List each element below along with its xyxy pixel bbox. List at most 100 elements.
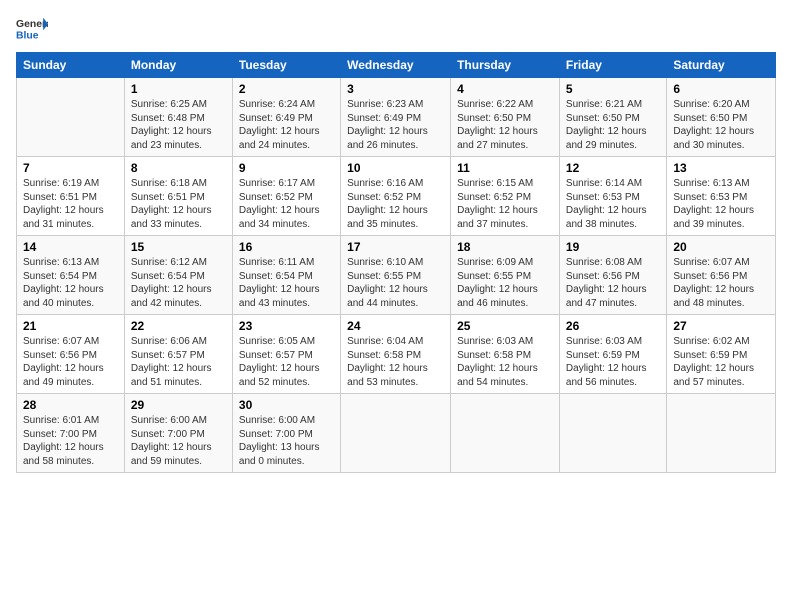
day-info: Sunrise: 6:20 AM Sunset: 6:50 PM Dayligh… bbox=[673, 98, 769, 152]
calendar-cell: 1 Sunrise: 6:25 AM Sunset: 6:48 PM Daylig… bbox=[124, 78, 232, 157]
day-info: Sunrise: 6:25 AM Sunset: 6:48 PM Dayligh… bbox=[131, 98, 226, 152]
day-number: 4 bbox=[457, 82, 553, 96]
calendar-cell: 18 Sunrise: 6:09 AM Sunset: 6:55 PM Dayli… bbox=[451, 236, 560, 315]
calendar-cell bbox=[17, 78, 125, 157]
day-info: Sunrise: 6:15 AM Sunset: 6:52 PM Dayligh… bbox=[457, 177, 553, 231]
calendar-row: 1 Sunrise: 6:25 AM Sunset: 6:48 PM Daylig… bbox=[17, 78, 776, 157]
calendar-cell: 21 Sunrise: 6:07 AM Sunset: 6:56 PM Dayli… bbox=[17, 315, 125, 394]
calendar-row: 21 Sunrise: 6:07 AM Sunset: 6:56 PM Dayli… bbox=[17, 315, 776, 394]
day-info: Sunrise: 6:13 AM Sunset: 6:53 PM Dayligh… bbox=[673, 177, 769, 231]
day-info: Sunrise: 6:13 AM Sunset: 6:54 PM Dayligh… bbox=[23, 256, 118, 310]
day-number: 17 bbox=[347, 240, 444, 254]
day-number: 11 bbox=[457, 161, 553, 175]
calendar-cell: 23 Sunrise: 6:05 AM Sunset: 6:57 PM Dayli… bbox=[232, 315, 340, 394]
calendar-cell bbox=[667, 394, 776, 473]
day-number: 15 bbox=[131, 240, 226, 254]
day-info: Sunrise: 6:07 AM Sunset: 6:56 PM Dayligh… bbox=[23, 335, 118, 389]
calendar-cell: 14 Sunrise: 6:13 AM Sunset: 6:54 PM Dayli… bbox=[17, 236, 125, 315]
day-number: 25 bbox=[457, 319, 553, 333]
day-info: Sunrise: 6:11 AM Sunset: 6:54 PM Dayligh… bbox=[239, 256, 334, 310]
day-number: 8 bbox=[131, 161, 226, 175]
col-header-sunday: Sunday bbox=[17, 53, 125, 78]
calendar-cell: 30 Sunrise: 6:00 AM Sunset: 7:00 PM Dayli… bbox=[232, 394, 340, 473]
day-info: Sunrise: 6:24 AM Sunset: 6:49 PM Dayligh… bbox=[239, 98, 334, 152]
day-info: Sunrise: 6:06 AM Sunset: 6:57 PM Dayligh… bbox=[131, 335, 226, 389]
day-number: 18 bbox=[457, 240, 553, 254]
calendar-cell: 6 Sunrise: 6:20 AM Sunset: 6:50 PM Daylig… bbox=[667, 78, 776, 157]
day-info: Sunrise: 6:03 AM Sunset: 6:58 PM Dayligh… bbox=[457, 335, 553, 389]
day-info: Sunrise: 6:04 AM Sunset: 6:58 PM Dayligh… bbox=[347, 335, 444, 389]
day-number: 24 bbox=[347, 319, 444, 333]
day-info: Sunrise: 6:07 AM Sunset: 6:56 PM Dayligh… bbox=[673, 256, 769, 310]
calendar-cell: 24 Sunrise: 6:04 AM Sunset: 6:58 PM Dayli… bbox=[341, 315, 451, 394]
col-header-monday: Monday bbox=[124, 53, 232, 78]
day-info: Sunrise: 6:08 AM Sunset: 6:56 PM Dayligh… bbox=[566, 256, 660, 310]
calendar-row: 28 Sunrise: 6:01 AM Sunset: 7:00 PM Dayli… bbox=[17, 394, 776, 473]
day-number: 14 bbox=[23, 240, 118, 254]
calendar-cell: 7 Sunrise: 6:19 AM Sunset: 6:51 PM Daylig… bbox=[17, 157, 125, 236]
col-header-wednesday: Wednesday bbox=[341, 53, 451, 78]
day-info: Sunrise: 6:12 AM Sunset: 6:54 PM Dayligh… bbox=[131, 256, 226, 310]
calendar-cell: 5 Sunrise: 6:21 AM Sunset: 6:50 PM Daylig… bbox=[559, 78, 666, 157]
day-number: 30 bbox=[239, 398, 334, 412]
day-number: 28 bbox=[23, 398, 118, 412]
calendar-cell: 15 Sunrise: 6:12 AM Sunset: 6:54 PM Dayli… bbox=[124, 236, 232, 315]
day-number: 21 bbox=[23, 319, 118, 333]
day-number: 12 bbox=[566, 161, 660, 175]
calendar-cell: 20 Sunrise: 6:07 AM Sunset: 6:56 PM Dayli… bbox=[667, 236, 776, 315]
calendar-cell: 29Sunrise: 6:00 AM Sunset: 7:00 PM Dayli… bbox=[124, 394, 232, 473]
day-number: 7 bbox=[23, 161, 118, 175]
day-number: 5 bbox=[566, 82, 660, 96]
day-number: 6 bbox=[673, 82, 769, 96]
calendar-cell: 28 Sunrise: 6:01 AM Sunset: 7:00 PM Dayli… bbox=[17, 394, 125, 473]
calendar-cell: 26 Sunrise: 6:03 AM Sunset: 6:59 PM Dayli… bbox=[559, 315, 666, 394]
day-number: 27 bbox=[673, 319, 769, 333]
calendar-row: 7 Sunrise: 6:19 AM Sunset: 6:51 PM Daylig… bbox=[17, 157, 776, 236]
day-info: Sunrise: 6:19 AM Sunset: 6:51 PM Dayligh… bbox=[23, 177, 118, 231]
day-info: Sunrise: 6:09 AM Sunset: 6:55 PM Dayligh… bbox=[457, 256, 553, 310]
calendar-cell bbox=[559, 394, 666, 473]
day-info: Sunrise: 6:05 AM Sunset: 6:57 PM Dayligh… bbox=[239, 335, 334, 389]
day-number: 20 bbox=[673, 240, 769, 254]
calendar-cell: 2 Sunrise: 6:24 AM Sunset: 6:49 PM Daylig… bbox=[232, 78, 340, 157]
day-info: Sunrise: 6:03 AM Sunset: 6:59 PM Dayligh… bbox=[566, 335, 660, 389]
col-header-saturday: Saturday bbox=[667, 53, 776, 78]
calendar-row: 14 Sunrise: 6:13 AM Sunset: 6:54 PM Dayli… bbox=[17, 236, 776, 315]
day-info: Sunrise: 6:00 AM Sunset: 7:00 PM Dayligh… bbox=[239, 414, 334, 468]
calendar-cell bbox=[451, 394, 560, 473]
day-number: 23 bbox=[239, 319, 334, 333]
day-info: Sunrise: 6:02 AM Sunset: 6:59 PM Dayligh… bbox=[673, 335, 769, 389]
day-info: Sunrise: 6:23 AM Sunset: 6:49 PM Dayligh… bbox=[347, 98, 444, 152]
day-info: Sunrise: 6:14 AM Sunset: 6:53 PM Dayligh… bbox=[566, 177, 660, 231]
day-info: Sunrise: 6:21 AM Sunset: 6:50 PM Dayligh… bbox=[566, 98, 660, 152]
day-number: 22 bbox=[131, 319, 226, 333]
day-info: Sunrise: 6:10 AM Sunset: 6:55 PM Dayligh… bbox=[347, 256, 444, 310]
day-info: Sunrise: 6:18 AM Sunset: 6:51 PM Dayligh… bbox=[131, 177, 226, 231]
day-number: 16 bbox=[239, 240, 334, 254]
calendar-cell: 19Sunrise: 6:08 AM Sunset: 6:56 PM Dayli… bbox=[559, 236, 666, 315]
calendar-cell: 27 Sunrise: 6:02 AM Sunset: 6:59 PM Dayli… bbox=[667, 315, 776, 394]
day-number: 13 bbox=[673, 161, 769, 175]
logo: General Blue bbox=[16, 16, 48, 44]
calendar-cell: 11 Sunrise: 6:15 AM Sunset: 6:52 PM Dayli… bbox=[451, 157, 560, 236]
logo-icon: General Blue bbox=[16, 16, 48, 44]
day-info: Sunrise: 6:17 AM Sunset: 6:52 PM Dayligh… bbox=[239, 177, 334, 231]
svg-text:Blue: Blue bbox=[16, 30, 39, 41]
calendar-cell bbox=[341, 394, 451, 473]
day-number: 26 bbox=[566, 319, 660, 333]
day-info: Sunrise: 6:22 AM Sunset: 6:50 PM Dayligh… bbox=[457, 98, 553, 152]
calendar-cell: 3Sunrise: 6:23 AM Sunset: 6:49 PM Daylig… bbox=[341, 78, 451, 157]
header: General Blue bbox=[16, 16, 776, 44]
page-container: General Blue SundayMondayTuesdayWednesda… bbox=[0, 0, 792, 481]
day-number: 9 bbox=[239, 161, 334, 175]
calendar-cell: 4 Sunrise: 6:22 AM Sunset: 6:50 PM Daylig… bbox=[451, 78, 560, 157]
day-number: 29 bbox=[131, 398, 226, 412]
day-number: 1 bbox=[131, 82, 226, 96]
day-info: Sunrise: 6:01 AM Sunset: 7:00 PM Dayligh… bbox=[23, 414, 118, 468]
calendar-table: SundayMondayTuesdayWednesdayThursdayFrid… bbox=[16, 52, 776, 473]
calendar-cell: 13 Sunrise: 6:13 AM Sunset: 6:53 PM Dayli… bbox=[667, 157, 776, 236]
day-number: 2 bbox=[239, 82, 334, 96]
day-number: 10 bbox=[347, 161, 444, 175]
day-info: Sunrise: 6:16 AM Sunset: 6:52 PM Dayligh… bbox=[347, 177, 444, 231]
col-header-thursday: Thursday bbox=[451, 53, 560, 78]
